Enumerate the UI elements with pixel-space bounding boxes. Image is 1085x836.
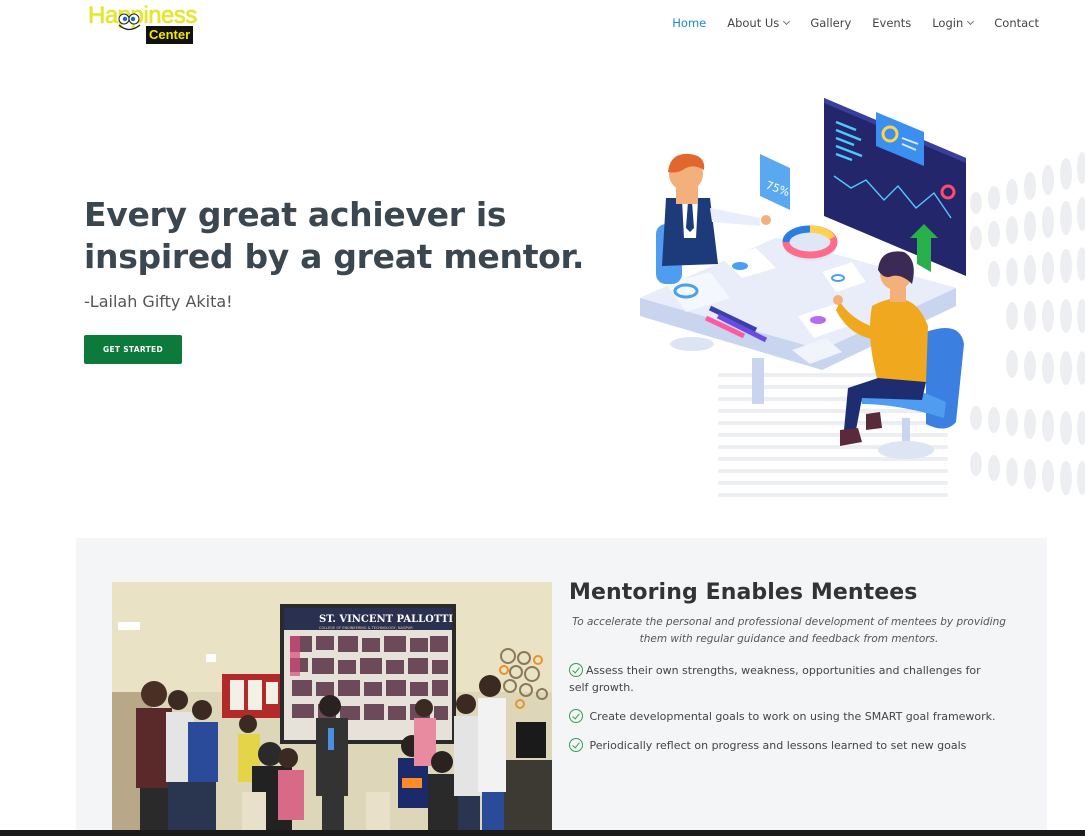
nav-contact[interactable]: Contact bbox=[994, 16, 1039, 30]
list-item: Assess their own strengths, weakness, op… bbox=[569, 663, 981, 694]
board-subtitle: COLLEGE OF ENGINEERING & TECHNOLOGY, NAG… bbox=[319, 626, 413, 630]
board-title: ST. VINCENT PALLOTTI bbox=[319, 614, 453, 625]
hero-quote: -Lailah Gifty Akita! bbox=[84, 292, 233, 311]
check-circle-icon bbox=[569, 738, 583, 752]
mentoring-session-photo: ST. VINCENT PALLOTTI COLLEGE OF ENGINEER… bbox=[112, 582, 552, 836]
section-subtitle: To accelerate the personal and professio… bbox=[572, 616, 1006, 645]
smiley-icon bbox=[118, 13, 141, 31]
nav-home[interactable]: Home bbox=[672, 16, 706, 30]
nav-events[interactable]: Events bbox=[872, 16, 911, 30]
mentoring-illustration: 75% bbox=[640, 98, 1085, 497]
nav-login[interactable]: Login bbox=[932, 16, 975, 30]
brand-subtitle: Center bbox=[146, 26, 194, 44]
hero-title-line-2: inspired by a great mentor. bbox=[84, 237, 585, 276]
window-bottom-edge bbox=[0, 830, 1085, 836]
nav-about-us[interactable]: About Us bbox=[727, 16, 791, 30]
chevron-down-icon bbox=[967, 17, 975, 26]
main-nav: Home About Us Gallery Events Login Conta… bbox=[651, 16, 1039, 30]
check-circle-icon bbox=[569, 663, 583, 677]
section-title: Mentoring Enables Mentees bbox=[569, 580, 918, 605]
chevron-down-icon bbox=[783, 17, 791, 26]
nav-gallery[interactable]: Gallery bbox=[810, 16, 851, 30]
list-item: Create developmental goals to work on us… bbox=[569, 708, 999, 725]
get-started-button[interactable]: GET STARTED bbox=[84, 335, 182, 364]
brand-logo[interactable]: Happiness Center bbox=[88, 2, 200, 46]
check-circle-icon bbox=[569, 709, 583, 723]
hero-title: Every great achiever is inspired by a gr… bbox=[84, 194, 604, 278]
benefits-list: Assess their own strengths, weakness, op… bbox=[569, 662, 999, 766]
hero-title-line-1: Every great achiever is bbox=[84, 195, 507, 234]
list-item: Periodically reflect on progress and les… bbox=[569, 737, 999, 754]
